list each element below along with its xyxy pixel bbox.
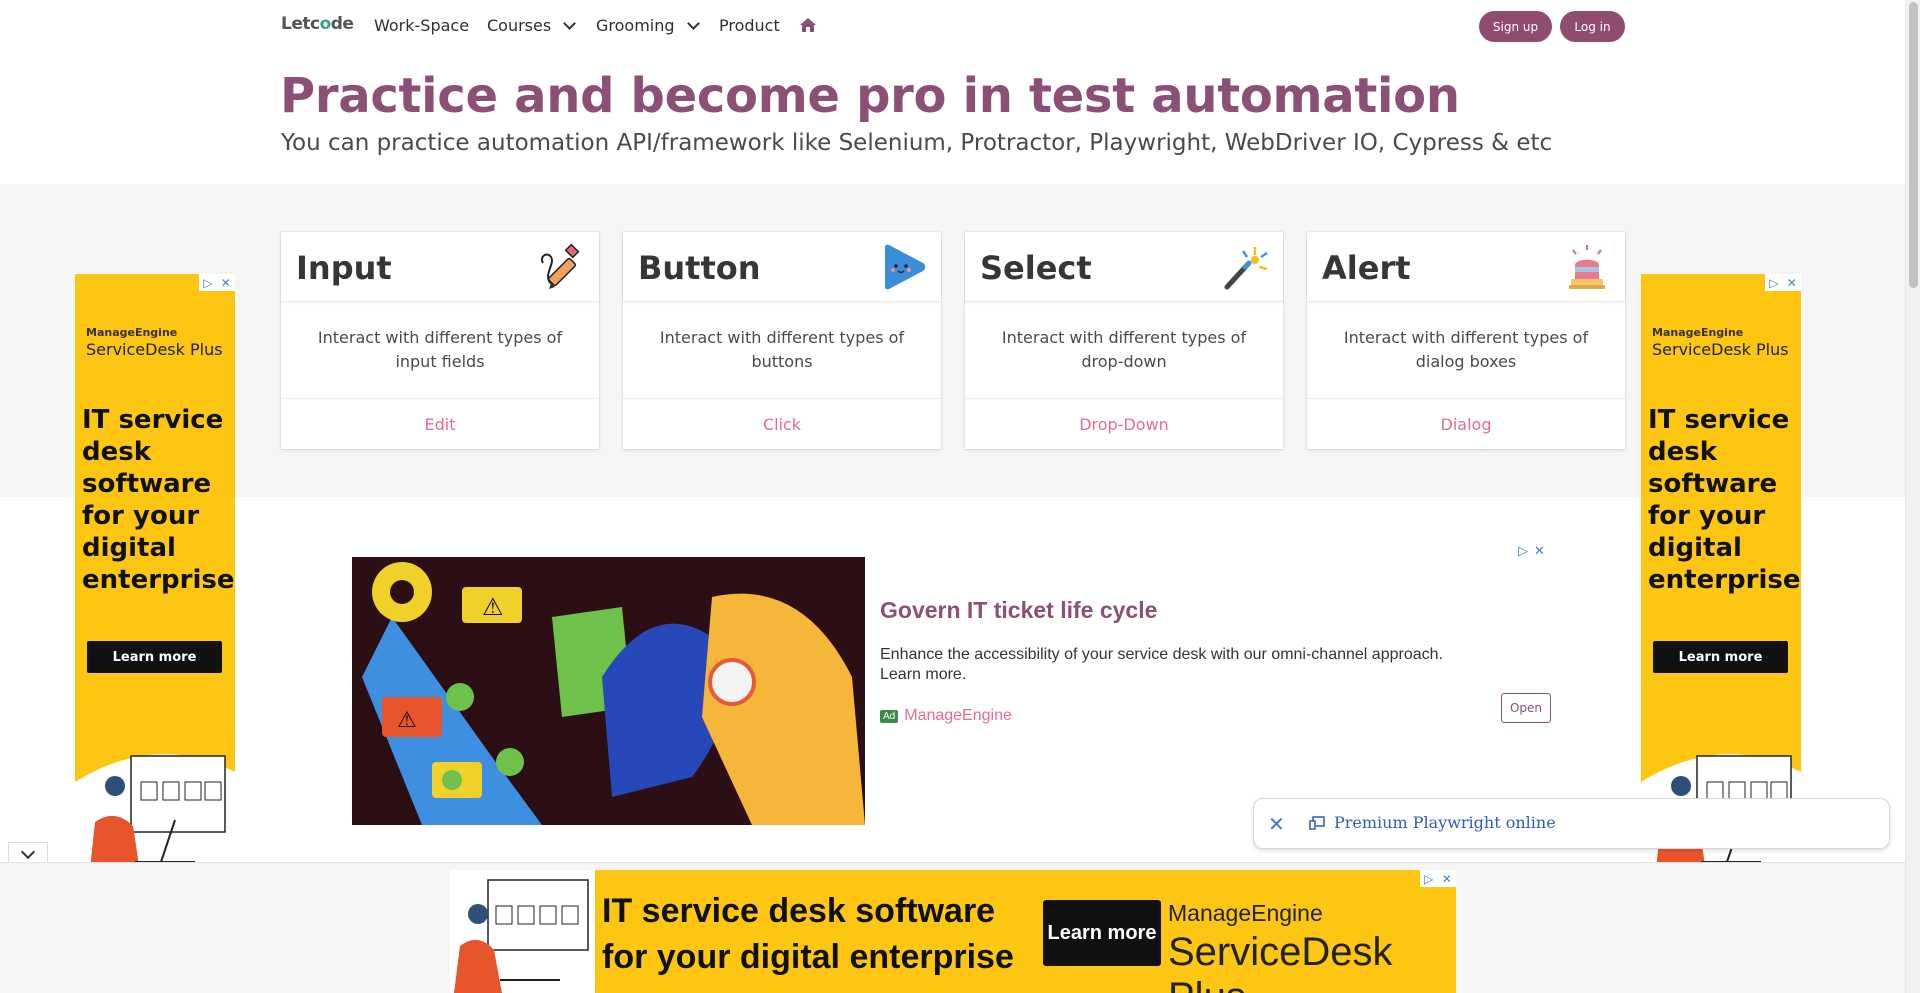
chevron-down-icon	[686, 16, 700, 30]
left-side-ad[interactable]: ▷ ✕ ManageEngine ServiceDesk Plus IT serv…	[75, 274, 235, 878]
home-icon[interactable]	[799, 17, 817, 33]
card-header: Alert	[1307, 232, 1625, 302]
ad-brand-small: ManageEngine	[86, 326, 178, 339]
card-header: Button	[623, 232, 941, 302]
ad-illustration	[450, 870, 595, 993]
ad-advertiser[interactable]: ManageEngine	[904, 707, 1012, 725]
dialog-link[interactable]: Dialog	[1307, 399, 1625, 449]
ad-headline[interactable]: Govern IT ticket life cycle	[880, 597, 1157, 624]
scrollbar-thumb[interactable]	[1909, 2, 1918, 288]
nav-grooming-label: Grooming	[596, 16, 675, 35]
promo-text[interactable]: Premium Playwright online	[1334, 813, 1556, 832]
svg-text:⚠: ⚠	[482, 593, 504, 621]
page-subtitle: You can practice automation API/framewor…	[281, 130, 1553, 156]
card-description: Interact with different types of buttons	[623, 302, 941, 399]
magic-wand-icon	[1224, 247, 1268, 290]
ad-brand-big: ServiceDesk Plus	[86, 340, 223, 359]
ad-illustration[interactable]: ⚠ ⚠	[352, 557, 865, 825]
drop-down-link[interactable]: Drop-Down	[965, 399, 1283, 449]
chevron-down-icon	[563, 16, 577, 30]
svg-text:⚠: ⚠	[397, 708, 417, 733]
logo-text-mid: c	[310, 14, 320, 34]
ad-pitch: IT service desk software for your digita…	[602, 888, 1014, 980]
chevron-down-icon	[20, 844, 36, 859]
adchoices-icon[interactable]: ▷ ✕	[1420, 870, 1456, 887]
ad-brand-small: ManageEngine	[1652, 326, 1744, 339]
adchoices-icon[interactable]: ▷ ✕	[199, 274, 235, 291]
logo[interactable]: Letcode	[281, 14, 354, 34]
logo-text-suffix: de	[330, 14, 354, 34]
card-title: Alert	[1322, 249, 1411, 287]
card-input: Input Interact with different types of i…	[281, 232, 599, 449]
ad-pitch-line-1: IT service desk software	[602, 892, 996, 930]
card-title: Input	[296, 249, 392, 287]
ad-pitch-line-2: for your digital enterprise	[602, 938, 1014, 976]
login-button[interactable]: Log in	[1560, 11, 1625, 42]
bottom-banner-ad[interactable]: ▷ ✕ IT service desk software for your dig…	[450, 870, 1456, 993]
ad-brand-big: ServiceDesk Plus	[1168, 930, 1393, 993]
nav-work-space[interactable]: Work-Space	[374, 16, 469, 35]
logo-text-o: o	[319, 14, 332, 34]
card-description: Interact with different types of dialog …	[1307, 302, 1625, 399]
play-button-icon	[885, 244, 926, 290]
devices-icon	[1309, 816, 1325, 830]
ad-learn-more-button[interactable]: Learn more	[1043, 900, 1161, 966]
ad-open-button[interactable]: Open	[1501, 693, 1551, 723]
card-select: Select Interact with different types of …	[965, 232, 1283, 449]
card-title: Button	[638, 249, 761, 287]
mid-adchoices-icon[interactable]: ▷✕	[1518, 544, 1551, 559]
ad-badge: Ad	[880, 709, 899, 723]
ad-illustration	[75, 754, 235, 878]
nav-courses-label: Courses	[487, 16, 552, 35]
ad-learn-more-button[interactable]: Learn more	[87, 641, 222, 673]
page-title: Practice and become pro in test automati…	[280, 68, 1460, 124]
navbar: Letcode Work-Space Courses Grooming Prod…	[0, 0, 1905, 52]
ad-attribution: Ad ManageEngine	[880, 707, 1012, 725]
card-description: Interact with different types of drop-do…	[965, 302, 1283, 399]
adchoices-icon[interactable]: ▷ ✕	[1765, 274, 1801, 291]
card-title: Select	[980, 249, 1092, 287]
nav-product[interactable]: Product	[719, 16, 780, 35]
siren-icon	[1569, 245, 1605, 289]
right-side-ad[interactable]: ▷ ✕ ManageEngine ServiceDesk Plus IT serv…	[1641, 274, 1801, 878]
nav-work-space-label: Work-Space	[374, 16, 470, 35]
scrollbar[interactable]	[1905, 0, 1920, 993]
close-icon[interactable]: ✕	[1268, 812, 1285, 836]
nav-courses[interactable]: Courses	[487, 16, 577, 35]
nav-grooming[interactable]: Grooming	[596, 16, 700, 35]
nav-product-label: Product	[719, 16, 780, 35]
card-alert: Alert Interact with different types of d…	[1307, 232, 1625, 449]
ad-learn-more-button[interactable]: Learn more	[1653, 641, 1788, 673]
ad-brand-small: ManageEngine	[1168, 900, 1323, 926]
pencil-icon	[541, 243, 580, 289]
card-description: Interact with different types of input f…	[281, 302, 599, 399]
card-header: Select	[965, 232, 1283, 302]
card-header: Input	[281, 232, 599, 302]
ad-description: Enhance the accessibility of your servic…	[880, 646, 1443, 683]
ad-pitch: IT service desk software for your digita…	[82, 405, 235, 595]
ad-brand-big: ServiceDesk Plus	[1652, 340, 1789, 359]
edit-link[interactable]: Edit	[281, 399, 599, 449]
promo-banner[interactable]: ✕ Premium Playwright online	[1253, 798, 1890, 849]
signup-button[interactable]: Sign up	[1479, 11, 1552, 42]
logo-text-prefix: Let	[281, 14, 311, 34]
click-link[interactable]: Click	[623, 399, 941, 449]
card-button: Button Interact with different types of …	[623, 232, 941, 449]
ad-pitch: IT service desk software for your digita…	[1648, 405, 1801, 595]
